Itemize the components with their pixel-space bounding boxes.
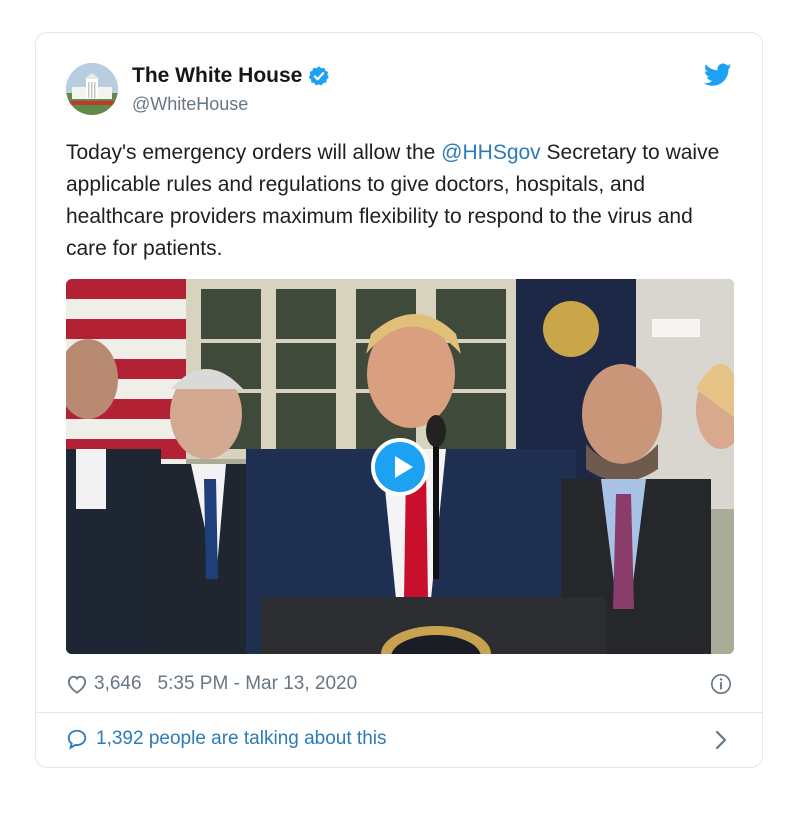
heart-icon[interactable]: [66, 674, 88, 694]
tweet-text-part-1: Today's emergency orders will allow the: [66, 141, 442, 164]
twitter-bird-icon[interactable]: [704, 63, 732, 87]
author-row[interactable]: The White House: [132, 64, 330, 88]
chevron-right-icon[interactable]: [714, 729, 728, 751]
timestamp[interactable]: 5:35 PM - Mar 13, 2020: [158, 673, 358, 695]
conversation-link[interactable]: 1,392 people are talking about this: [66, 728, 387, 750]
tweet-card[interactable]: The White House @WhiteHouse Today's emer…: [35, 32, 763, 768]
author-name[interactable]: The White House: [132, 64, 302, 88]
info-icon[interactable]: [710, 673, 732, 695]
tweet-text: Today's emergency orders will allow the …: [66, 137, 738, 265]
verified-badge-icon: [309, 66, 330, 86]
mention-link[interactable]: @HHSgov: [441, 141, 541, 164]
like-count[interactable]: 3,646: [94, 673, 142, 695]
speech-bubble-icon: [67, 729, 87, 750]
divider: [36, 712, 762, 713]
white-house-avatar-image: [66, 63, 118, 115]
tweet-meta: 3,646 5:35 PM - Mar 13, 2020: [66, 673, 357, 695]
author-handle[interactable]: @WhiteHouse: [132, 94, 248, 115]
play-button[interactable]: [371, 438, 429, 496]
video-thumbnail[interactable]: [66, 279, 734, 654]
avatar[interactable]: [66, 63, 118, 115]
conversation-count[interactable]: 1,392 people are talking about this: [96, 728, 387, 750]
